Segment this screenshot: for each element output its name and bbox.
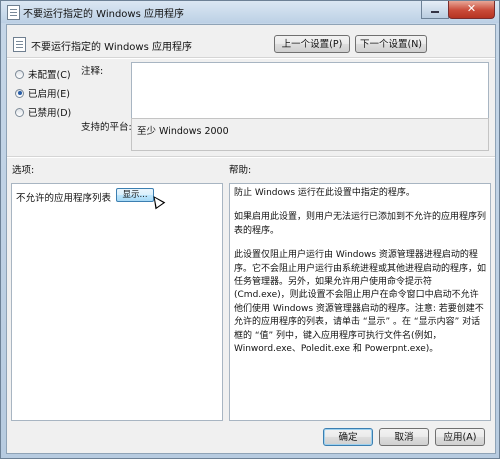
radio-disabled[interactable]: 已禁用(D) bbox=[15, 105, 71, 119]
ok-button[interactable]: 确定 bbox=[323, 428, 373, 446]
radio-label: 已启用(E) bbox=[28, 89, 70, 100]
policy-icon bbox=[7, 5, 20, 20]
next-setting-button[interactable]: 下一个设置(N) bbox=[355, 35, 427, 53]
disallowed-apps-label: 不允许的应用程序列表 bbox=[16, 193, 112, 204]
platform-field: 至少 Windows 2000 bbox=[131, 118, 489, 151]
section-divider bbox=[7, 156, 495, 158]
options-panel: 不允许的应用程序列表 显示... bbox=[11, 183, 223, 421]
help-panel[interactable]: 防止 Windows 运行在此设置中指定的程序。 如果启用此设置，则用户无法运行… bbox=[229, 183, 491, 421]
apply-button[interactable]: 应用(A) bbox=[435, 428, 485, 446]
close-icon: ✕ bbox=[466, 2, 477, 15]
help-paragraph: 防止 Windows 运行在此设置中指定的程序。 bbox=[234, 188, 415, 198]
radio-selected-icon bbox=[15, 88, 24, 98]
radio-icon bbox=[15, 107, 24, 117]
radio-icon bbox=[15, 69, 24, 79]
cancel-button[interactable]: 取消 bbox=[379, 428, 429, 446]
title-bar[interactable]: 不要运行指定的 Windows 应用程序 ✕ bbox=[1, 1, 499, 23]
minimize-button[interactable] bbox=[421, 1, 449, 19]
radio-label: 未配置(C) bbox=[28, 70, 71, 81]
help-paragraph: 此设置仅阻止用户运行由 Windows 资源管理器进程启动的程序。它不会阻止用户… bbox=[234, 250, 487, 355]
options-label: 选项: bbox=[12, 165, 35, 176]
setting-title: 不要运行指定的 Windows 应用程序 bbox=[31, 42, 192, 53]
radio-not-configured[interactable]: 未配置(C) bbox=[15, 67, 71, 81]
dialog-window: 不要运行指定的 Windows 应用程序 ✕ 不要运行指定的 Windows 应… bbox=[0, 0, 500, 459]
dialog-body: 不要运行指定的 Windows 应用程序 上一个设置(P) 下一个设置(N) 未… bbox=[6, 24, 496, 454]
comment-textarea[interactable] bbox=[131, 62, 489, 124]
radio-enabled[interactable]: 已启用(E) bbox=[15, 86, 70, 100]
help-label: 帮助: bbox=[229, 165, 252, 176]
window-title: 不要运行指定的 Windows 应用程序 bbox=[23, 9, 184, 20]
platform-value: 至少 Windows 2000 bbox=[137, 126, 229, 137]
comment-label: 注释: bbox=[81, 66, 104, 77]
previous-setting-button[interactable]: 上一个设置(P) bbox=[274, 35, 350, 53]
setting-icon bbox=[13, 37, 26, 52]
platform-label: 支持的平台: bbox=[81, 122, 132, 133]
close-button[interactable]: ✕ bbox=[448, 1, 495, 19]
radio-label: 已禁用(D) bbox=[28, 108, 72, 119]
header-divider bbox=[7, 57, 495, 59]
help-paragraph: 如果启用此设置，则用户无法运行已添加到不允许的应用程序列表的程序。 bbox=[234, 212, 487, 236]
